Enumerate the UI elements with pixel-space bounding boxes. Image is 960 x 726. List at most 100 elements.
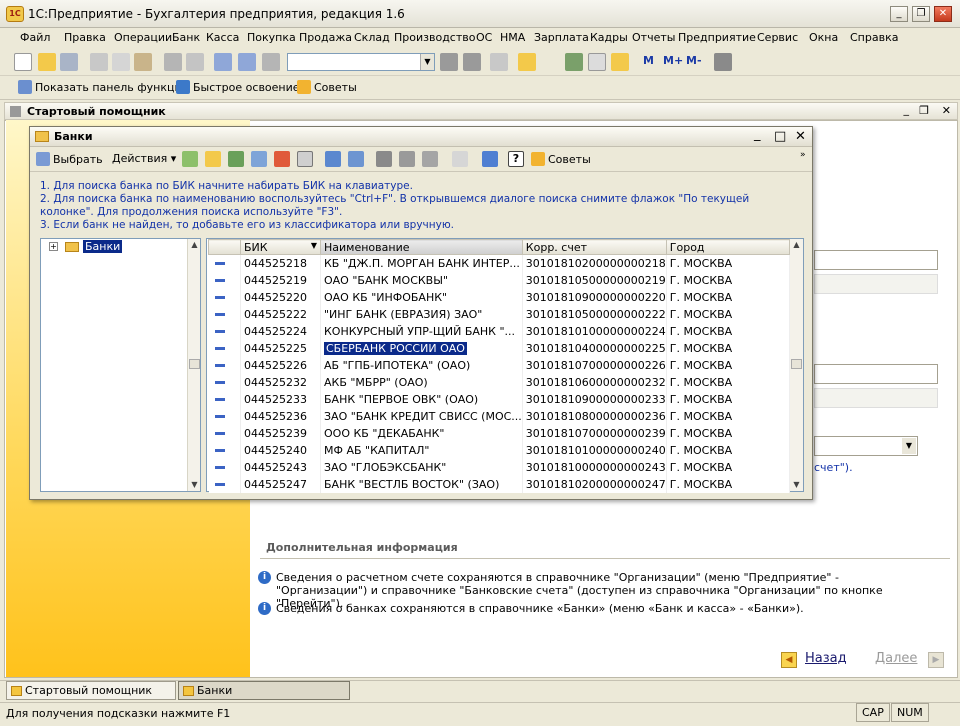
- cell-name[interactable]: ОАО КБ "ИНФОБАНК": [320, 288, 523, 306]
- cell-bik[interactable]: 044525222: [240, 305, 321, 323]
- move-icon[interactable]: [325, 151, 341, 167]
- minimize-button[interactable]: _: [890, 6, 908, 22]
- cell-city[interactable]: Г. МОСКВА: [666, 305, 791, 323]
- scroll-up-icon[interactable]: ▲: [790, 239, 803, 251]
- expand-icon[interactable]: +: [49, 242, 58, 251]
- banks-close-button[interactable]: ✕: [795, 129, 806, 144]
- refresh-icon[interactable]: [482, 151, 498, 167]
- cell-name[interactable]: МФ АБ "КАПИТАЛ": [320, 441, 523, 459]
- table-row[interactable]: 044525224 КОНКУРСНЫЙ УПР-ЩИЙ БАНК "... 301…: [208, 322, 791, 340]
- cell-corr-account[interactable]: 30101810200000000218: [522, 254, 667, 272]
- back-button[interactable]: Назад: [805, 651, 847, 666]
- menu-os[interactable]: ОС: [476, 31, 492, 44]
- cell-bik[interactable]: 044525247: [240, 475, 321, 493]
- panel-minimize-button[interactable]: _: [904, 103, 910, 116]
- hint-icon[interactable]: [611, 53, 629, 71]
- select-button[interactable]: Выбрать: [36, 152, 103, 166]
- cell-bik[interactable]: 044525226: [240, 356, 321, 374]
- cell-corr-account[interactable]: 30101810400000000225: [522, 339, 667, 357]
- find-next-icon[interactable]: [440, 53, 458, 71]
- cell-bik[interactable]: 044525239: [240, 424, 321, 442]
- add-icon[interactable]: [182, 151, 198, 167]
- print-preview-icon[interactable]: [186, 53, 204, 71]
- cell-city[interactable]: Г. МОСКВА: [666, 254, 791, 272]
- table-row[interactable]: 044525222 "ИНГ БАНК (ЕВРАЗИЯ) ЗАО" 3010181…: [208, 305, 791, 323]
- cell-corr-account[interactable]: 30101810600000000232: [522, 373, 667, 391]
- cell-city[interactable]: Г. МОСКВА: [666, 390, 791, 408]
- cell-bik[interactable]: 044525220: [240, 288, 321, 306]
- memory-minus-button[interactable]: M-: [686, 54, 702, 67]
- cell-city[interactable]: Г. МОСКВА: [666, 458, 791, 476]
- cell-name[interactable]: ЗАО "ГЛОБЭКСБАНК": [320, 458, 523, 476]
- cell-corr-account[interactable]: 30101810500000000222: [522, 305, 667, 323]
- tree-root-banks[interactable]: Банки: [83, 240, 123, 253]
- cell-bik[interactable]: 044525225: [240, 339, 321, 357]
- calculator-icon[interactable]: [565, 53, 583, 71]
- memory-button[interactable]: M: [643, 54, 654, 67]
- hierarchy-icon[interactable]: [297, 151, 313, 167]
- grid-scrollbar[interactable]: ▲ ▼: [789, 239, 803, 491]
- cell-corr-account[interactable]: 30101810100000000224: [522, 322, 667, 340]
- scroll-down-icon[interactable]: ▼: [188, 479, 201, 491]
- column-corr-account[interactable]: Корр. счет: [521, 239, 667, 255]
- find-prev-icon[interactable]: [463, 53, 481, 71]
- table-row[interactable]: 044525225 СБЕРБАНК РОССИИ ОАО 301018104000…: [208, 339, 791, 357]
- actions-menu[interactable]: Действия ▾: [112, 152, 176, 165]
- back-arrow-icon[interactable]: ◀: [781, 652, 797, 668]
- table-row[interactable]: 044525226 АБ "ГПБ-ИПОТЕКА" (ОАО) 301018107…: [208, 356, 791, 374]
- restore-button[interactable]: ❐: [912, 6, 930, 22]
- print-icon[interactable]: [164, 53, 182, 71]
- menu-operations[interactable]: Операции: [114, 31, 172, 44]
- panel-close-button[interactable]: ✕: [942, 104, 951, 117]
- table-row[interactable]: 044525233 БАНК "ПЕРВОЕ ОВК" (ОАО) 30101810…: [208, 390, 791, 408]
- close-button[interactable]: ✕: [934, 6, 952, 22]
- panel-restore-button[interactable]: ❐: [919, 104, 929, 117]
- menu-salary[interactable]: Зарплата: [534, 31, 589, 44]
- cell-bik[interactable]: 044525232: [240, 373, 321, 391]
- tips-icon[interactable]: [518, 53, 536, 71]
- bank-groups-tree[interactable]: + Банки ▲ ▼: [40, 238, 201, 492]
- cell-name[interactable]: АКБ "МБРР" (ОАО): [320, 373, 523, 391]
- copy-row-icon[interactable]: [228, 151, 244, 167]
- column-city[interactable]: Город: [665, 239, 791, 255]
- task-banks[interactable]: Банки: [178, 681, 350, 700]
- level-up-icon[interactable]: [348, 151, 364, 167]
- cell-corr-account[interactable]: 30101810500000000219: [522, 271, 667, 289]
- calendar-icon[interactable]: [588, 53, 606, 71]
- menu-reports[interactable]: Отчеты: [632, 31, 675, 44]
- cell-name[interactable]: КБ "ДЖ.П. МОРГАН БАНК ИНТЕР...: [320, 254, 523, 272]
- cell-corr-account[interactable]: 30101810900000000220: [522, 288, 667, 306]
- scroll-down-icon[interactable]: ▼: [790, 479, 803, 491]
- cell-city[interactable]: Г. МОСКВА: [666, 407, 791, 425]
- chevron-down-icon[interactable]: ▼: [902, 438, 916, 454]
- table-row[interactable]: 044525232 АКБ "МБРР" (ОАО) 301018106000000…: [208, 373, 791, 391]
- help-icon[interactable]: ?: [508, 151, 524, 167]
- cut-icon[interactable]: [90, 53, 108, 71]
- cell-corr-account[interactable]: 30101810700000000239: [522, 424, 667, 442]
- cell-city[interactable]: Г. МОСКВА: [666, 424, 791, 442]
- delete-icon[interactable]: [274, 151, 290, 167]
- banks-minimize-button[interactable]: _: [754, 127, 761, 142]
- cell-name[interactable]: БАНК "ВЕСТЛБ ВОСТОК" (ЗАО): [320, 475, 523, 493]
- redo-icon[interactable]: [238, 53, 256, 71]
- find-icon[interactable]: [262, 53, 280, 71]
- column-name[interactable]: Наименование: [320, 239, 523, 255]
- filter-value-icon[interactable]: [399, 151, 415, 167]
- tools-icon[interactable]: [714, 53, 732, 71]
- cell-name[interactable]: ООО КБ "ДЕКАБАНК": [320, 424, 523, 442]
- cell-corr-account[interactable]: 30101810200000000247: [522, 475, 667, 493]
- windows-icon[interactable]: [490, 53, 508, 71]
- filter-list-icon[interactable]: [422, 151, 438, 167]
- cell-bik[interactable]: 044525240: [240, 441, 321, 459]
- cell-city[interactable]: Г. МОСКВА: [666, 356, 791, 374]
- cell-corr-account[interactable]: 30101810100000000240: [522, 441, 667, 459]
- cell-city[interactable]: Г. МОСКВА: [666, 288, 791, 306]
- cell-bik[interactable]: 044525236: [240, 407, 321, 425]
- menu-cash[interactable]: Касса: [206, 31, 239, 44]
- paste-icon[interactable]: [134, 53, 152, 71]
- cell-city[interactable]: Г. МОСКВА: [666, 441, 791, 459]
- scroll-thumb[interactable]: [189, 359, 200, 369]
- table-row[interactable]: 044525220 ОАО КБ "ИНФОБАНК" 30101810900000…: [208, 288, 791, 306]
- menu-hr[interactable]: Кадры: [590, 31, 628, 44]
- open-folder-icon[interactable]: [38, 53, 56, 71]
